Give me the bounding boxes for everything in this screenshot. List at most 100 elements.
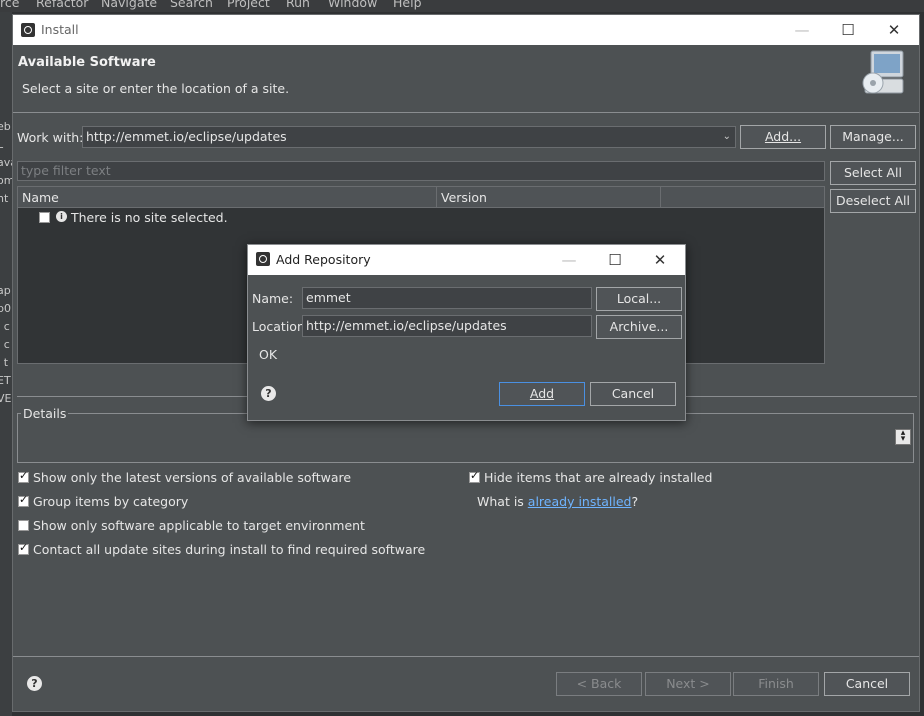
window-title: Install xyxy=(41,22,79,37)
work-with-label: Work with: xyxy=(17,130,84,145)
back-label: < Back xyxy=(576,676,622,691)
location-input[interactable]: http://emmet.io/eclipse/updates xyxy=(302,315,592,337)
work-with-value: http://emmet.io/eclipse/updates xyxy=(86,129,287,144)
dialog-titlebar: Add Repository — ☐ ✕ xyxy=(248,245,685,275)
details-scroll-icon[interactable]: ▴ ▾ xyxy=(895,429,911,445)
what-is-prefix: What is xyxy=(477,494,524,509)
dialog-cancel-button[interactable]: Cancel xyxy=(590,382,676,406)
menu-item[interactable]: Search xyxy=(170,0,213,10)
menu-item[interactable]: Navigate xyxy=(101,0,157,10)
menu-item[interactable]: Run xyxy=(286,0,310,10)
strip-text: ap xyxy=(0,284,11,297)
minimize-icon[interactable]: — xyxy=(558,251,580,269)
strip-text: VE xyxy=(0,392,12,405)
strip-text: eb xyxy=(0,120,11,133)
table-empty-message: There is no site selected. xyxy=(71,210,228,225)
filter-input[interactable]: type filter text xyxy=(17,161,825,181)
strip-text: p0 xyxy=(0,302,11,315)
details-label: Details xyxy=(21,406,69,421)
help-icon[interactable]: ? xyxy=(27,676,42,691)
select-all-button[interactable]: Select All xyxy=(830,161,916,185)
background-editor-strip: eb L ava om nt ap p0 I c I c I t ET VE xyxy=(0,12,12,716)
page-title: Available Software xyxy=(18,55,156,70)
cancel-button[interactable]: Cancel xyxy=(824,672,910,696)
finish-label: Finish xyxy=(758,676,794,691)
archive-button[interactable]: Archive... xyxy=(596,315,682,339)
filter-placeholder: type filter text xyxy=(21,163,111,178)
archive-label: Archive... xyxy=(609,319,669,334)
dialog-cancel-label: Cancel xyxy=(611,386,655,401)
strip-text: I t xyxy=(0,356,9,369)
local-label: Local... xyxy=(616,291,662,306)
menu-item[interactable]: Project xyxy=(227,0,270,10)
name-value: emmet xyxy=(306,290,351,305)
manage-label: Manage... xyxy=(842,129,904,144)
deselect-all-label: Deselect All xyxy=(836,193,910,208)
header-separator xyxy=(13,112,919,113)
strip-text: ET xyxy=(0,374,11,387)
name-input[interactable]: emmet xyxy=(302,287,592,309)
help-icon[interactable]: ? xyxy=(261,386,276,401)
menu-item[interactable]: rce xyxy=(0,0,19,10)
strip-text: ava xyxy=(0,156,12,169)
group-by-category-label[interactable]: Group items by category xyxy=(33,494,188,509)
select-all-label: Select All xyxy=(843,165,903,180)
target-env-checkbox[interactable] xyxy=(18,520,29,531)
strip-text: I c xyxy=(0,320,10,333)
strip-text: L xyxy=(0,138,4,151)
strip-text: I c xyxy=(0,338,10,351)
table-header: Name Version xyxy=(18,187,824,208)
hide-installed-checkbox[interactable] xyxy=(469,469,480,483)
location-label: Location: xyxy=(252,319,310,334)
close-icon[interactable]: ✕ xyxy=(883,21,905,39)
what-is-text: What is already installed? xyxy=(477,494,638,509)
dialog-title: Add Repository xyxy=(276,252,371,267)
latest-versions-label[interactable]: Show only the latest versions of availab… xyxy=(33,470,351,485)
install-banner-icon xyxy=(859,49,907,97)
hide-installed-label[interactable]: Hide items that are already installed xyxy=(484,470,712,485)
target-env-label[interactable]: Show only software applicable to target … xyxy=(33,518,365,533)
add-label: Add xyxy=(529,386,555,401)
row-checkbox[interactable] xyxy=(39,212,50,223)
location-value: http://emmet.io/eclipse/updates xyxy=(306,318,507,333)
eclipse-icon xyxy=(256,252,270,266)
add-button[interactable]: Add xyxy=(499,382,585,406)
info-icon: i xyxy=(56,211,67,222)
page-subtitle: Select a site or enter the location of a… xyxy=(22,81,290,96)
local-button[interactable]: Local... xyxy=(596,287,682,311)
already-installed-link[interactable]: already installed xyxy=(528,494,632,509)
close-icon[interactable]: ✕ xyxy=(649,251,671,269)
strip-text: om xyxy=(0,174,12,187)
cancel-label: Cancel xyxy=(845,676,889,691)
chevron-down-icon[interactable]: ⌄ xyxy=(723,127,731,147)
group-by-category-checkbox[interactable] xyxy=(18,493,29,507)
column-name[interactable]: Name xyxy=(22,190,59,205)
maximize-icon[interactable]: ☐ xyxy=(837,21,859,39)
add-site-button[interactable]: Add... xyxy=(740,125,826,149)
menu-item[interactable]: Window xyxy=(328,0,377,10)
next-button[interactable]: Next > xyxy=(645,672,731,696)
menu-item[interactable]: Refactor xyxy=(36,0,88,10)
manage-button[interactable]: Manage... xyxy=(830,125,916,149)
finish-button[interactable]: Finish xyxy=(733,672,819,696)
minimize-icon[interactable]: — xyxy=(791,21,813,39)
back-button[interactable]: < Back xyxy=(556,672,642,696)
name-label: Name: xyxy=(252,291,294,306)
contact-sites-checkbox[interactable] xyxy=(18,541,29,555)
maximize-icon[interactable]: ☐ xyxy=(604,251,626,269)
eclipse-icon xyxy=(21,23,35,37)
column-divider xyxy=(660,187,661,207)
menu-item[interactable]: Help xyxy=(393,0,422,10)
latest-versions-checkbox[interactable] xyxy=(18,469,29,483)
work-with-combo[interactable]: http://emmet.io/eclipse/updates ⌄ xyxy=(82,126,736,148)
next-label: Next > xyxy=(666,676,710,691)
column-version[interactable]: Version xyxy=(441,190,487,205)
deselect-all-button[interactable]: Deselect All xyxy=(830,189,916,213)
what-is-suffix: ? xyxy=(631,494,639,509)
install-titlebar: Install — ☐ ✕ xyxy=(13,15,919,45)
column-divider xyxy=(436,187,437,207)
add-repository-dialog: Add Repository — ☐ ✕ Name: emmet Local..… xyxy=(247,244,686,421)
add-site-label: Add... xyxy=(764,129,802,144)
status-message: OK xyxy=(259,347,278,362)
contact-sites-label[interactable]: Contact all update sites during install … xyxy=(33,542,425,557)
